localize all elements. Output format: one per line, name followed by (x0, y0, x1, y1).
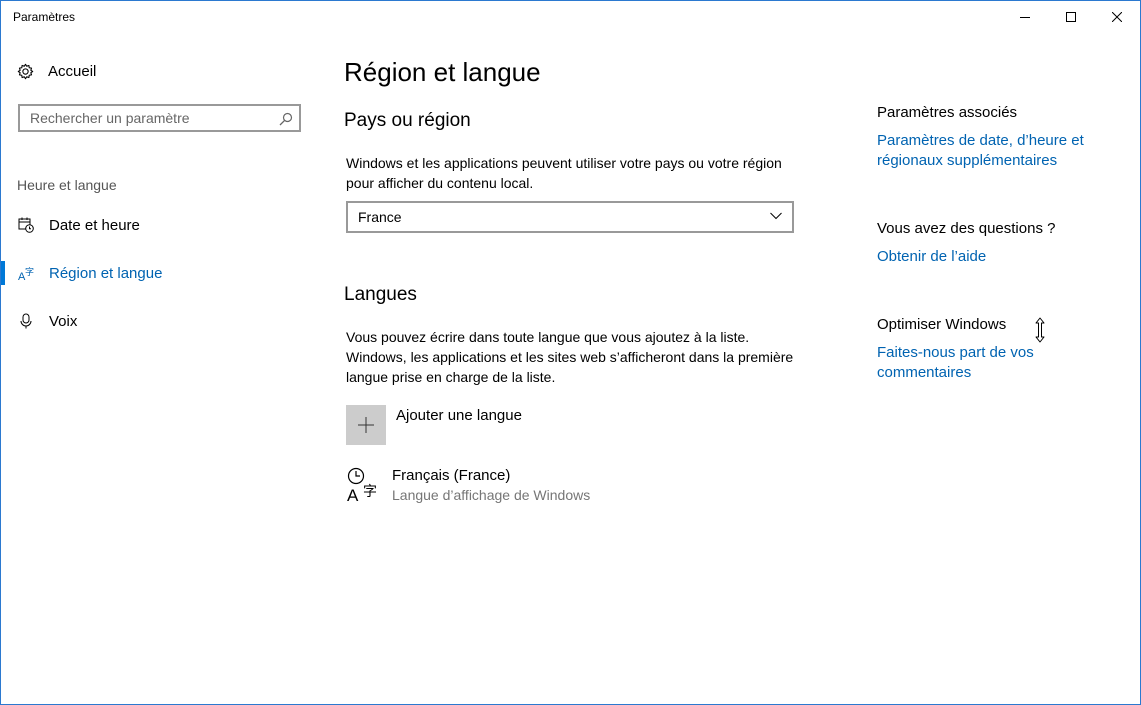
close-button[interactable] (1094, 1, 1140, 33)
questions-heading: Vous avez des questions ? (877, 220, 1056, 237)
search-icon[interactable] (279, 112, 293, 126)
microphone-icon (20, 313, 32, 329)
close-icon (1112, 12, 1122, 22)
maximize-icon (1066, 12, 1076, 22)
minimize-button[interactable] (1002, 1, 1048, 33)
additional-date-time-link[interactable]: Paramètres de date, d’heure et régionaux… (877, 131, 1107, 171)
languages-description: Vous pouvez écrire dans toute langue que… (346, 329, 794, 385)
minimize-icon (1020, 17, 1030, 18)
home-nav-item[interactable]: Accueil (17, 63, 96, 80)
page-title: Région et langue (344, 57, 541, 87)
calendar-clock-icon (18, 217, 34, 233)
language-list-item[interactable]: A 字 Français (France) Langue d’affichage… (346, 465, 646, 509)
sidebar-item-date-time[interactable]: Date et heure (1, 205, 321, 245)
svg-text:字: 字 (25, 266, 34, 278)
language-display-icon: A 字 (347, 467, 377, 503)
sidebar-item-voice[interactable]: Voix (1, 301, 321, 341)
section-label: Heure et langue (17, 177, 117, 193)
get-help-link[interactable]: Obtenir de l’aide (877, 247, 1107, 267)
title-bar: Paramètres (1, 1, 1140, 33)
add-language-label: Ajouter une langue (396, 407, 522, 424)
country-heading: Pays ou région (344, 110, 471, 131)
feedback-link[interactable]: Faites-nous part de vos commentaires (877, 343, 1107, 383)
sidebar-item-region-language[interactable]: A 字 Région et langue (1, 253, 321, 293)
improve-windows-heading: Optimiser Windows (877, 316, 1007, 333)
sidebar-item-label: Région et langue (49, 264, 163, 282)
plus-icon (358, 417, 374, 433)
settings-window: Paramètres Accueil Heure et langue (0, 0, 1141, 705)
language-icon: A 字 (18, 266, 34, 281)
home-label: Accueil (48, 63, 97, 80)
search-input[interactable] (20, 106, 299, 130)
country-description: Windows et les applications peuvent util… (346, 155, 782, 191)
country-select[interactable]: France (346, 201, 794, 233)
language-detail: Langue d’affichage de Windows (392, 487, 591, 503)
svg-text:字: 字 (363, 484, 377, 500)
chevron-down-icon (770, 212, 782, 220)
window-title: Paramètres (13, 10, 76, 24)
languages-heading: Langues (344, 284, 417, 305)
search-box[interactable] (18, 104, 301, 132)
maximize-button[interactable] (1048, 1, 1094, 33)
related-settings-heading: Paramètres associés (877, 104, 1018, 121)
sidebar-item-label: Date et heure (49, 216, 140, 234)
language-name: Français (France) (392, 467, 511, 484)
add-language-tile[interactable] (346, 405, 386, 445)
svg-text:A: A (347, 486, 359, 503)
resize-cursor-icon (1035, 317, 1045, 343)
country-selected-value: France (358, 209, 402, 225)
sidebar-item-label: Voix (49, 312, 78, 330)
gear-icon (17, 63, 34, 80)
